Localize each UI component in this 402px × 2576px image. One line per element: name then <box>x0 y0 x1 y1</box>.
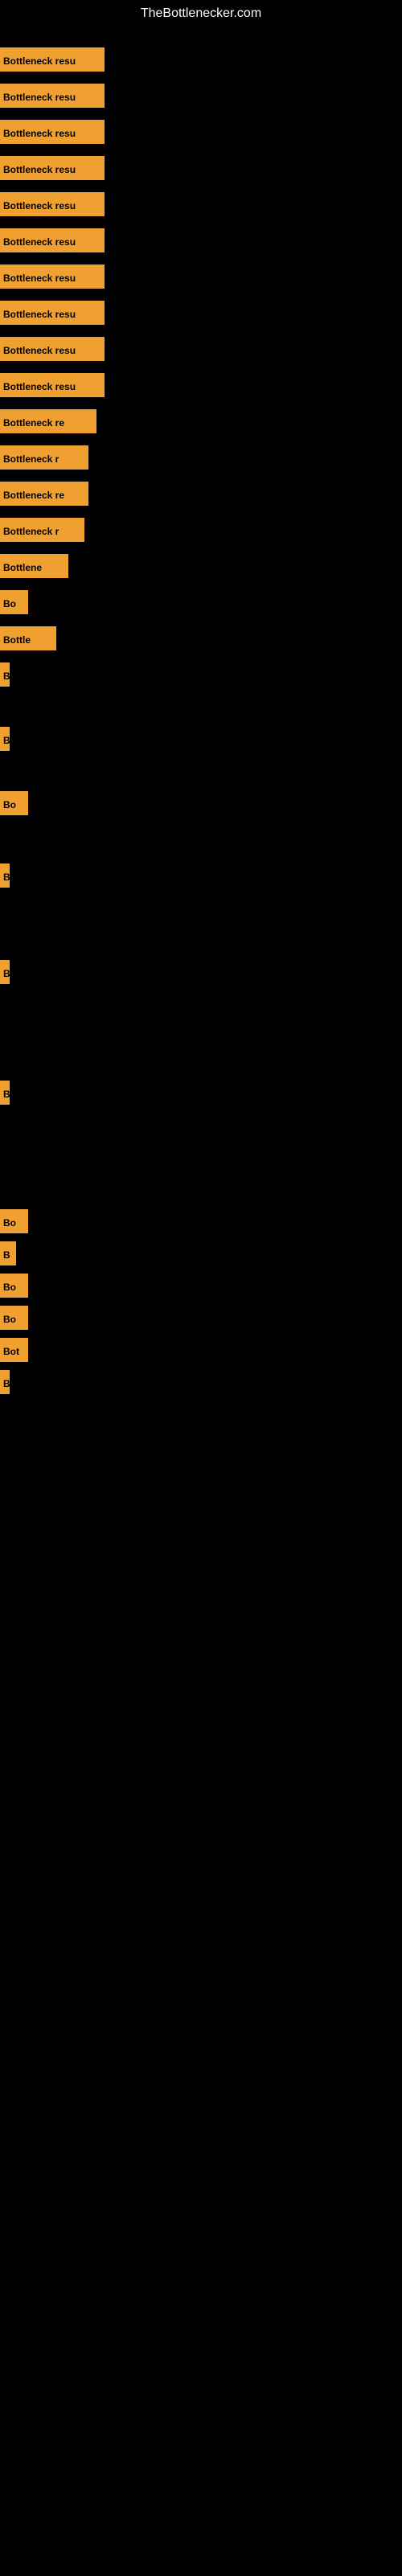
bar-item: Bottleneck resu <box>0 156 105 180</box>
bar-item: Bottleneck r <box>0 518 84 542</box>
bar-item: Bo <box>0 791 28 815</box>
bar-item: Bottleneck resu <box>0 373 105 397</box>
bar-item: B <box>0 1241 16 1265</box>
bar-item: B <box>0 1370 10 1394</box>
bar-item: Bottleneck resu <box>0 47 105 72</box>
bar-label: Bottleneck resu <box>0 192 105 216</box>
bar-item: Bottle <box>0 626 56 650</box>
bar-item: Bot <box>0 1338 28 1362</box>
bar-item: Bottleneck resu <box>0 228 105 252</box>
bar-label: B <box>0 863 10 888</box>
bar-label: B <box>0 1081 10 1105</box>
site-title: TheBottlenecker.com <box>0 0 402 27</box>
bar-label: B <box>0 1241 16 1265</box>
bar-item: Bottleneck resu <box>0 120 105 144</box>
bar-item: B <box>0 1081 10 1105</box>
bar-item: Bo <box>0 1209 28 1233</box>
bar-label: Bottle <box>0 626 56 650</box>
bar-item: Bo <box>0 590 28 614</box>
bar-label: Bottleneck resu <box>0 84 105 108</box>
bar-label: Bo <box>0 1274 28 1298</box>
bar-label: Bottleneck re <box>0 409 96 433</box>
bar-item: Bottleneck resu <box>0 337 105 361</box>
bar-label: Bottlene <box>0 554 68 578</box>
bar-label: Bottleneck re <box>0 482 88 506</box>
bar-label: Bottleneck resu <box>0 120 105 144</box>
bar-item: Bottleneck resu <box>0 265 105 289</box>
bar-label: Bottleneck resu <box>0 301 105 325</box>
bar-label: Bottleneck r <box>0 518 84 542</box>
bar-item: Bo <box>0 1306 28 1330</box>
bar-item: B <box>0 863 10 888</box>
bar-label: Bo <box>0 1209 28 1233</box>
bar-label: Bottleneck resu <box>0 337 105 361</box>
bar-label: Bottleneck resu <box>0 156 105 180</box>
bar-label: Bo <box>0 791 28 815</box>
bar-item: Bo <box>0 1274 28 1298</box>
bar-label: B <box>0 727 10 751</box>
bar-item: Bottleneck resu <box>0 192 105 216</box>
bar-item: Bottlene <box>0 554 68 578</box>
bar-item: Bottleneck resu <box>0 84 105 108</box>
bar-label: Bottleneck resu <box>0 265 105 289</box>
bar-label: Bottleneck resu <box>0 373 105 397</box>
bar-item: B <box>0 727 10 751</box>
bar-item: Bottleneck re <box>0 482 88 506</box>
bar-label: Bottleneck r <box>0 445 88 470</box>
bar-item: B <box>0 960 10 984</box>
bar-label: B <box>0 960 10 984</box>
bar-item: B <box>0 662 10 687</box>
bar-label: Bottleneck resu <box>0 228 105 252</box>
bar-label: Bo <box>0 1306 28 1330</box>
bar-label: Bot <box>0 1338 28 1362</box>
bar-label: B <box>0 1370 10 1394</box>
bar-item: Bottleneck resu <box>0 301 105 325</box>
bar-item: Bottleneck re <box>0 409 96 433</box>
bar-label: B <box>0 662 10 687</box>
bar-label: Bottleneck resu <box>0 47 105 72</box>
bar-item: Bottleneck r <box>0 445 88 470</box>
bar-label: Bo <box>0 590 28 614</box>
